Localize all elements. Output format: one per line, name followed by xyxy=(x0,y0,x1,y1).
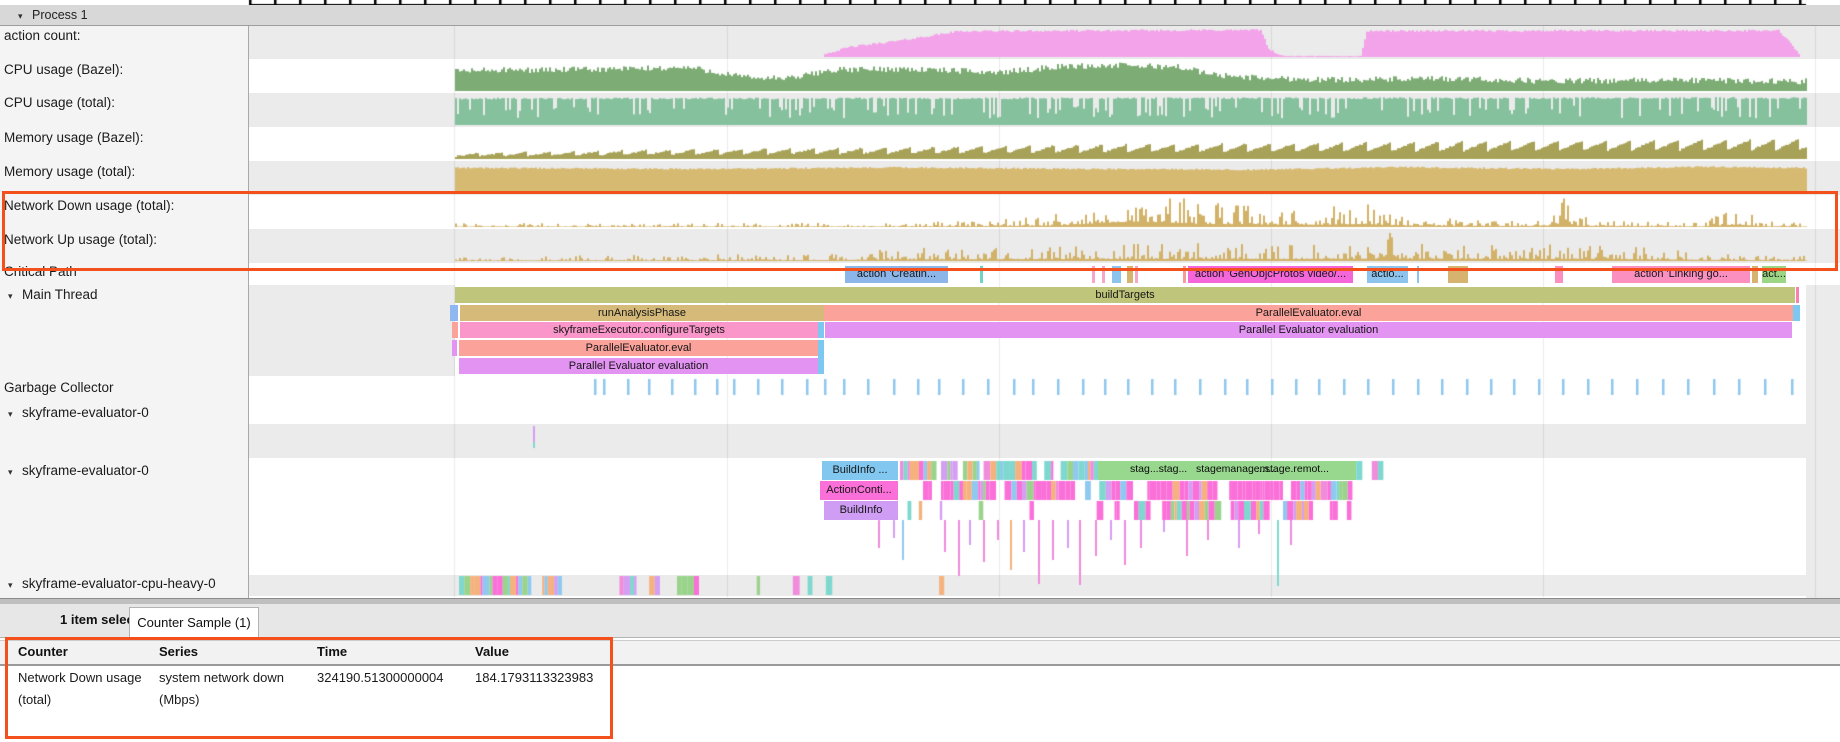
track-name-text: action count: xyxy=(4,28,81,43)
critical-path-slice[interactable] xyxy=(1183,266,1186,283)
cell-counter-line1: Network Down usage xyxy=(18,670,142,685)
critical-path-slice[interactable]: actio... xyxy=(1367,266,1408,283)
sidebar-track-label[interactable]: action count: xyxy=(0,26,252,46)
skyframe-green-label: ...stage.remot... xyxy=(1256,463,1329,475)
track-name-text: skyframe-evaluator-0 xyxy=(22,463,149,478)
col-header-time[interactable]: Time xyxy=(317,644,347,659)
main-thread-slice[interactable] xyxy=(818,340,824,374)
cell-series-line2: (Mbps) xyxy=(159,692,199,707)
table-header-row: Counter Series Time Value xyxy=(0,640,1840,666)
main-thread-slice[interactable] xyxy=(452,322,458,338)
critical-path-slice[interactable] xyxy=(1555,266,1563,283)
critical-path-slice[interactable] xyxy=(1448,266,1468,283)
skyframe-slice[interactable]: BuildInfo ... xyxy=(822,461,898,480)
main-thread-slice[interactable] xyxy=(818,322,824,338)
sidebar-track-label[interactable]: Network Down usage (total): xyxy=(0,196,252,216)
main-thread-slice[interactable] xyxy=(1796,287,1799,303)
col-header-series[interactable]: Series xyxy=(159,644,198,659)
trace-viewer: action 'Creatin... action 'GenObjcProtos … xyxy=(0,0,1840,742)
critical-path-slice[interactable] xyxy=(1752,266,1758,283)
critical-path-slice[interactable]: action 'Creatin... xyxy=(845,266,948,283)
sidebar-track-label[interactable]: ▾skyframe-evaluator-0 xyxy=(0,403,248,423)
cell-counter-line2: (total) xyxy=(18,692,51,707)
sidebar-track-label[interactable]: CPU usage (Bazel): xyxy=(0,60,252,80)
main-thread-slice[interactable] xyxy=(452,340,457,356)
analysis-panel: 1 item selected. Counter Sample (1) Coun… xyxy=(0,604,1840,742)
collapse-arrow-icon[interactable]: ▾ xyxy=(18,6,32,26)
sidebar-track-label[interactable]: ▾Main Thread xyxy=(0,285,248,305)
critical-path-slice[interactable] xyxy=(1135,266,1138,283)
critical-path-slice[interactable]: act... xyxy=(1762,266,1786,283)
skyframe-slice[interactable]: BuildInfo xyxy=(824,501,898,520)
track-name-text: skyframe-evaluator-cpu-heavy-0 xyxy=(22,576,216,591)
sidebar-track-label[interactable]: Garbage Collector xyxy=(0,378,252,398)
critical-path-slice[interactable] xyxy=(980,266,983,283)
sidebar-track-label[interactable]: Memory usage (Bazel): xyxy=(0,128,252,148)
skyframe-green-label: stag...stag... xyxy=(1130,463,1187,475)
main-thread-slice[interactable] xyxy=(450,305,458,321)
track-name-text: skyframe-evaluator-0 xyxy=(22,405,149,420)
cell-series-line1: system network down xyxy=(159,670,284,685)
tab-counter-sample[interactable]: Counter Sample (1) xyxy=(129,607,259,639)
critical-path-slice[interactable] xyxy=(1092,266,1095,283)
critical-path-slice[interactable] xyxy=(1102,266,1105,283)
track-name-text: Memory usage (Bazel): xyxy=(4,130,144,145)
main-thread-slice[interactable]: skyframeExecutor.configureTargets xyxy=(460,322,818,338)
track-name-text: Critical Path xyxy=(4,264,77,279)
collapse-arrow-icon[interactable]: ▾ xyxy=(8,404,22,424)
sidebar-track-label[interactable]: ▾skyframe-evaluator-0 xyxy=(0,461,248,481)
critical-path-slice[interactable]: action 'Linking go... xyxy=(1612,266,1750,283)
track-name-text: Memory usage (total): xyxy=(4,164,135,179)
track-name-text: Network Up usage (total): xyxy=(4,232,157,247)
track-name-text: Main Thread xyxy=(22,287,98,302)
main-thread-slice[interactable]: buildTargets xyxy=(455,287,1795,303)
main-thread-slice[interactable]: runAnalysisPhase xyxy=(460,305,824,321)
collapse-arrow-icon[interactable]: ▾ xyxy=(8,286,22,306)
sidebar-track-label[interactable]: Memory usage (total): xyxy=(0,162,252,182)
collapse-arrow-icon[interactable]: ▾ xyxy=(8,462,22,482)
cell-time: 324190.51300000004 xyxy=(317,670,444,685)
main-thread-slice[interactable]: Parallel Evaluator evaluation xyxy=(825,322,1792,338)
main-thread-slice[interactable]: Parallel Evaluator evaluation xyxy=(459,358,818,374)
main-thread-slice[interactable] xyxy=(1793,305,1800,321)
cell-value: 184.1793113323983 xyxy=(475,670,593,685)
track-label-sidebar: action count: CPU usage (Bazel): CPU usage… xyxy=(0,25,249,598)
critical-path-slice[interactable]: action 'GenObjcProtos video/... xyxy=(1188,266,1353,283)
process-header[interactable]: ▾Process 1 xyxy=(0,5,1840,26)
col-header-value[interactable]: Value xyxy=(475,644,509,659)
track-name-text: CPU usage (total): xyxy=(4,95,115,110)
track-name-text: Network Down usage (total): xyxy=(4,198,174,213)
critical-path-slice[interactable] xyxy=(1417,266,1419,283)
track-name-text: Garbage Collector xyxy=(4,380,114,395)
main-thread-slice[interactable]: ParallelEvaluator.eval xyxy=(824,305,1793,321)
sidebar-track-label[interactable]: ▾skyframe-evaluator-cpu-heavy-0 xyxy=(0,574,248,594)
sidebar-track-label[interactable]: Critical Path xyxy=(0,262,252,282)
tab-strip: 1 item selected. Counter Sample (1) xyxy=(0,604,1840,638)
collapse-arrow-icon[interactable]: ▾ xyxy=(8,575,22,595)
track-name-text: CPU usage (Bazel): xyxy=(4,62,123,77)
critical-path-slice[interactable] xyxy=(1127,266,1133,283)
skyframe-slice[interactable]: ActionConti... xyxy=(820,481,898,500)
sidebar-track-label[interactable]: Network Up usage (total): xyxy=(0,230,252,250)
col-header-counter[interactable]: Counter xyxy=(18,644,68,659)
sidebar-track-label[interactable]: CPU usage (total): xyxy=(0,93,252,113)
process-title: Process 1 xyxy=(32,8,88,22)
main-thread-slice[interactable]: ParallelEvaluator.eval xyxy=(459,340,818,356)
critical-path-slice[interactable] xyxy=(1112,266,1121,283)
